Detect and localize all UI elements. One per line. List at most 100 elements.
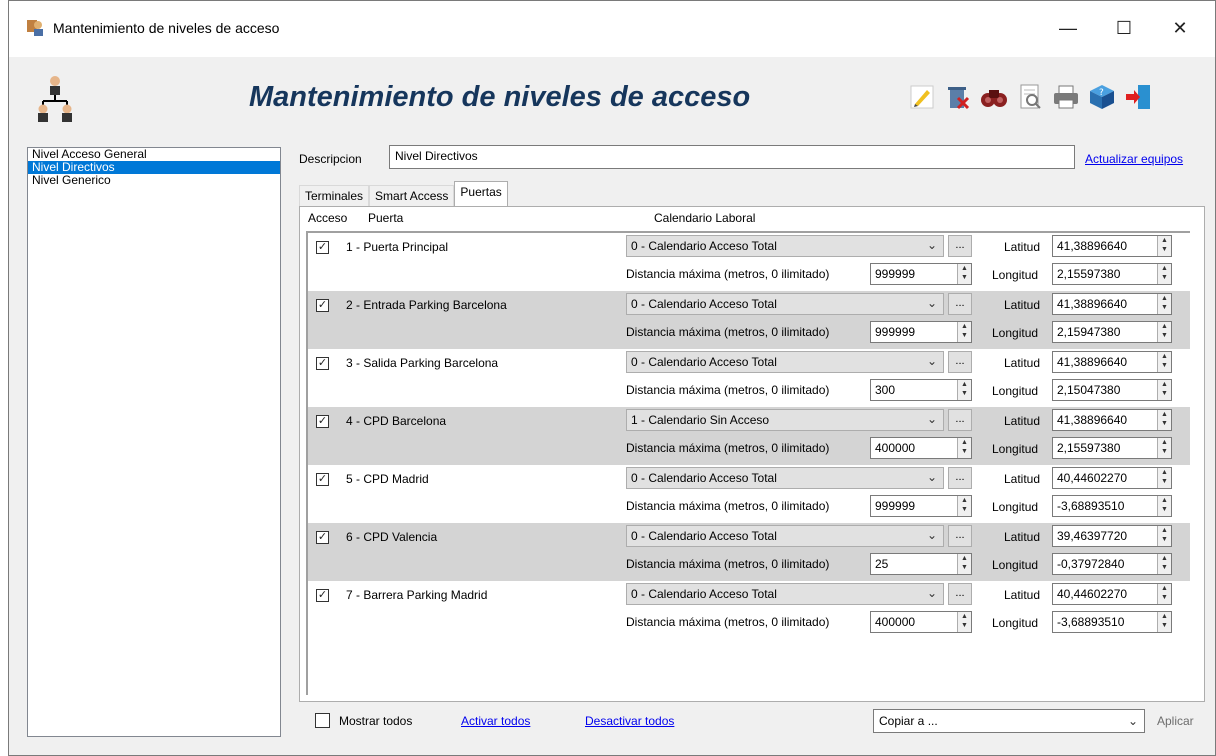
spin-icon[interactable]: ▲ ▼	[957, 554, 971, 574]
latitude-value: 41,38896640	[1057, 239, 1128, 253]
main-window: Mantenimiento de niveles de acceso — ☐ ✕…	[8, 0, 1216, 756]
spin-icon[interactable]: ▲ ▼	[1157, 468, 1171, 488]
column-header-calendar: Calendario Laboral	[654, 211, 756, 225]
distance-input[interactable]: 999999 ▲ ▼	[870, 321, 972, 343]
calendar-browse-button[interactable]: ...	[948, 583, 972, 605]
door-access-checkbox[interactable]: ✓	[316, 589, 329, 602]
calendar-browse-button[interactable]: ...	[948, 351, 972, 373]
apply-button[interactable]: Aplicar	[1157, 714, 1194, 728]
exit-icon[interactable]	[1123, 81, 1153, 113]
update-devices-link[interactable]: Actualizar equipos	[1085, 152, 1183, 166]
print-icon[interactable]	[1051, 81, 1081, 113]
preview-icon[interactable]	[1015, 81, 1045, 113]
spin-icon[interactable]: ▲ ▼	[957, 438, 971, 458]
calendar-browse-button[interactable]: ...	[948, 409, 972, 431]
calendar-browse-button[interactable]: ...	[948, 293, 972, 315]
spin-icon[interactable]: ▲ ▼	[1157, 322, 1171, 342]
calendar-value: 1 - Calendario Sin Acceso	[631, 413, 770, 427]
calendar-select[interactable]: 0 - Calendario Acceso Total ⌄	[626, 583, 944, 605]
latitude-value: 40,44602270	[1057, 471, 1128, 485]
distance-input[interactable]: 400000 ▲ ▼	[870, 611, 972, 633]
tab-bar: Terminales Smart Access Puertas	[299, 181, 508, 207]
door-access-checkbox[interactable]: ✓	[316, 299, 329, 312]
tab-smart-access[interactable]: Smart Access	[369, 185, 455, 207]
latitude-input[interactable]: 41,38896640 ▲ ▼	[1052, 235, 1172, 257]
longitude-input[interactable]: 2,15597380 ▲ ▼	[1052, 263, 1172, 285]
spin-icon[interactable]: ▲ ▼	[1157, 380, 1171, 400]
levels-list[interactable]: Nivel Acceso General Nivel Directivos Ni…	[27, 147, 281, 737]
spin-icon[interactable]: ▲ ▼	[957, 264, 971, 284]
show-all-checkbox[interactable]	[315, 713, 330, 728]
door-access-checkbox[interactable]: ✓	[316, 473, 329, 486]
level-item-2[interactable]: Nivel Generico	[28, 174, 280, 187]
description-label: Descripcion	[299, 152, 362, 166]
longitude-input[interactable]: 2,15597380 ▲ ▼	[1052, 437, 1172, 459]
search-icon[interactable]	[979, 81, 1009, 113]
spin-icon[interactable]: ▲ ▼	[957, 496, 971, 516]
door-access-checkbox[interactable]: ✓	[316, 357, 329, 370]
help-icon[interactable]: ?	[1087, 81, 1117, 113]
description-input[interactable]: Nivel Directivos	[389, 145, 1075, 169]
longitude-input[interactable]: -3,68893510 ▲ ▼	[1052, 495, 1172, 517]
spin-icon[interactable]: ▲ ▼	[1157, 264, 1171, 284]
spin-icon[interactable]: ▲ ▼	[957, 380, 971, 400]
door-access-checkbox[interactable]: ✓	[316, 531, 329, 544]
longitude-input[interactable]: 2,15947380 ▲ ▼	[1052, 321, 1172, 343]
calendar-browse-button[interactable]: ...	[948, 525, 972, 547]
spin-icon[interactable]: ▲ ▼	[957, 322, 971, 342]
delete-icon[interactable]	[943, 81, 973, 113]
tab-terminales[interactable]: Terminales	[299, 185, 370, 207]
toolbar: ?	[907, 81, 1153, 115]
maximize-button[interactable]: ☐	[1101, 13, 1147, 43]
latitude-input[interactable]: 39,46397720 ▲ ▼	[1052, 525, 1172, 547]
longitude-input[interactable]: -3,68893510 ▲ ▼	[1052, 611, 1172, 633]
calendar-select[interactable]: 1 - Calendario Sin Acceso ⌄	[626, 409, 944, 431]
spin-icon[interactable]: ▲ ▼	[1157, 526, 1171, 546]
spin-icon[interactable]: ▲ ▼	[1157, 612, 1171, 632]
distance-input[interactable]: 300 ▲ ▼	[870, 379, 972, 401]
door-row: ✓ 7 - Barrera Parking Madrid 0 - Calenda…	[308, 581, 1190, 639]
latitude-input[interactable]: 41,38896640 ▲ ▼	[1052, 409, 1172, 431]
calendar-select[interactable]: 0 - Calendario Acceso Total ⌄	[626, 525, 944, 547]
longitude-input[interactable]: 2,15047380 ▲ ▼	[1052, 379, 1172, 401]
distance-input[interactable]: 999999 ▲ ▼	[870, 495, 972, 517]
chevron-down-icon: ⌄	[926, 412, 937, 426]
spin-icon[interactable]: ▲ ▼	[1157, 554, 1171, 574]
spin-icon[interactable]: ▲ ▼	[957, 612, 971, 632]
close-button[interactable]: ✕	[1157, 13, 1203, 43]
distance-input[interactable]: 400000 ▲ ▼	[870, 437, 972, 459]
calendar-select[interactable]: 0 - Calendario Acceso Total ⌄	[626, 293, 944, 315]
calendar-select[interactable]: 0 - Calendario Acceso Total ⌄	[626, 351, 944, 373]
latitude-input[interactable]: 40,44602270 ▲ ▼	[1052, 467, 1172, 489]
latitude-label: Latitud	[1004, 356, 1041, 370]
distance-label: Distancia máxima (metros, 0 ilimitado)	[626, 499, 830, 513]
spin-icon[interactable]: ▲ ▼	[1157, 496, 1171, 516]
spin-icon[interactable]: ▲ ▼	[1157, 236, 1171, 256]
distance-input[interactable]: 25 ▲ ▼	[870, 553, 972, 575]
distance-input[interactable]: 999999 ▲ ▼	[870, 263, 972, 285]
door-access-checkbox[interactable]: ✓	[316, 241, 329, 254]
latitude-input[interactable]: 40,44602270 ▲ ▼	[1052, 583, 1172, 605]
calendar-browse-button[interactable]: ...	[948, 467, 972, 489]
spin-icon[interactable]: ▲ ▼	[1157, 584, 1171, 604]
latitude-input[interactable]: 41,38896640 ▲ ▼	[1052, 293, 1172, 315]
tab-puertas[interactable]: Puertas	[454, 181, 508, 207]
minimize-button[interactable]: —	[1045, 13, 1091, 43]
calendar-select[interactable]: 0 - Calendario Acceso Total ⌄	[626, 235, 944, 257]
show-all-label: Mostrar todos	[339, 714, 413, 728]
longitude-label: Longitud	[992, 326, 1039, 340]
calendar-select[interactable]: 0 - Calendario Acceso Total ⌄	[626, 467, 944, 489]
copy-to-select[interactable]: Copiar a ... ⌄	[873, 709, 1145, 733]
door-access-checkbox[interactable]: ✓	[316, 415, 329, 428]
latitude-input[interactable]: 41,38896640 ▲ ▼	[1052, 351, 1172, 373]
latitude-value: 41,38896640	[1057, 355, 1128, 369]
spin-icon[interactable]: ▲ ▼	[1157, 438, 1171, 458]
edit-icon[interactable]	[907, 81, 937, 113]
longitude-input[interactable]: -0,37972840 ▲ ▼	[1052, 553, 1172, 575]
spin-icon[interactable]: ▲ ▼	[1157, 294, 1171, 314]
activate-all-link[interactable]: Activar todos	[461, 714, 530, 728]
spin-icon[interactable]: ▲ ▼	[1157, 410, 1171, 430]
deactivate-all-link[interactable]: Desactivar todos	[585, 714, 674, 728]
spin-icon[interactable]: ▲ ▼	[1157, 352, 1171, 372]
calendar-browse-button[interactable]: ...	[948, 235, 972, 257]
